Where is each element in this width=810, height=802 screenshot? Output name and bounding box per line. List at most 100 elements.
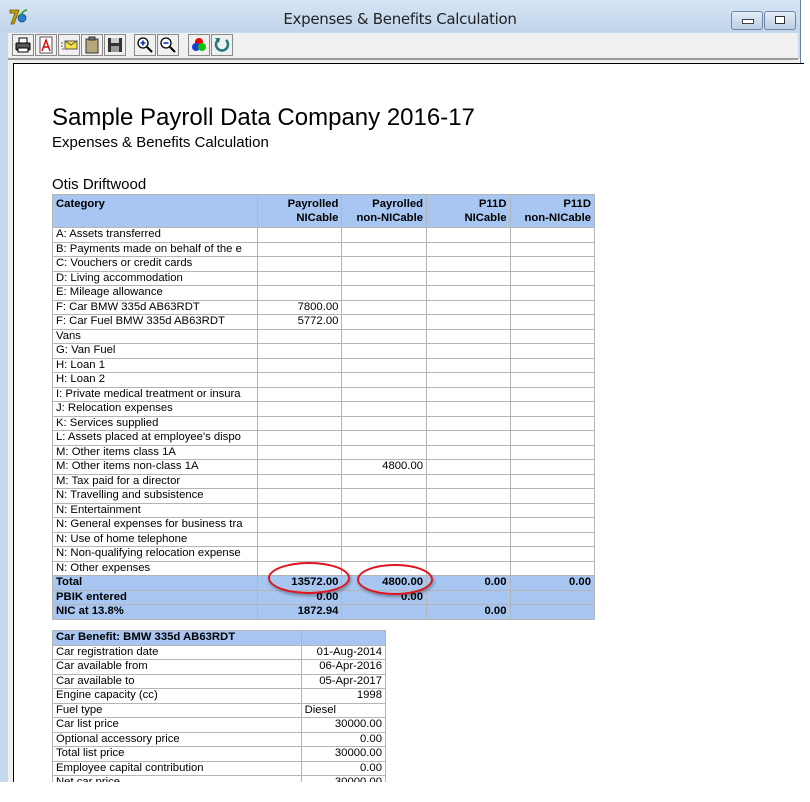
copy-clipboard-button[interactable] bbox=[81, 34, 103, 56]
summary-value: 0.00 bbox=[426, 575, 511, 591]
table-row: M: Other items class 1A bbox=[52, 444, 595, 460]
table-row: F: Car Fuel BMW 335d AB63RDT 5772.00 bbox=[52, 314, 595, 330]
value-cell bbox=[426, 270, 511, 286]
table-row: N: Non-qualifying relocation expense bbox=[52, 546, 595, 562]
column-header-category: Category bbox=[52, 194, 258, 228]
car-benefit-row: Fuel type Diesel bbox=[52, 702, 387, 718]
value-cell bbox=[426, 227, 511, 243]
highlight-ring-total-payrolled-non-nicable bbox=[357, 564, 433, 595]
car-benefit-header-blank bbox=[300, 630, 387, 646]
category-cell: J: Relocation expenses bbox=[52, 401, 258, 417]
export-pdf-button[interactable] bbox=[35, 34, 57, 56]
car-benefit-header-row: Car Benefit: BMW 335d AB63RDT bbox=[52, 630, 387, 646]
value-cell bbox=[341, 343, 428, 359]
value-cell bbox=[341, 256, 428, 272]
value-cell bbox=[426, 328, 511, 344]
value-cell bbox=[341, 285, 428, 301]
value-cell bbox=[256, 241, 343, 257]
value-cell bbox=[426, 517, 511, 533]
value-cell bbox=[256, 459, 343, 475]
window-title: Expenses & Benefits Calculation bbox=[283, 10, 517, 28]
value-cell bbox=[426, 314, 511, 330]
value-cell bbox=[509, 502, 595, 518]
print-button[interactable] bbox=[12, 34, 34, 56]
value-cell bbox=[509, 401, 595, 417]
value-cell bbox=[509, 531, 595, 547]
value-cell bbox=[509, 517, 595, 533]
save-button[interactable] bbox=[104, 34, 126, 56]
car-benefit-value: 30000.00 bbox=[300, 746, 387, 762]
car-benefit-row: Engine capacity (cc) 1998 bbox=[52, 688, 387, 704]
table-row: N: Travelling and subsistence bbox=[52, 488, 595, 504]
car-benefit-row: Car list price 30000.00 bbox=[52, 717, 387, 733]
car-benefit-label: Car list price bbox=[52, 717, 302, 733]
value-cell bbox=[426, 343, 511, 359]
table-row: N: Use of home telephone bbox=[52, 531, 595, 547]
value-cell bbox=[256, 531, 343, 547]
summary-label: Total bbox=[52, 575, 258, 591]
value-cell bbox=[426, 357, 511, 373]
table-row: J: Relocation expenses bbox=[52, 401, 595, 417]
table-row: Vans bbox=[52, 328, 595, 344]
value-cell bbox=[256, 372, 343, 388]
car-benefit-title: Car Benefit: BMW 335d AB63RDT bbox=[52, 630, 302, 646]
car-benefit-label: Car available from bbox=[52, 659, 302, 675]
summary-value bbox=[509, 604, 595, 620]
table-row: L: Assets placed at employee's dispo bbox=[52, 430, 595, 446]
category-cell: E: Mileage allowance bbox=[52, 285, 258, 301]
value-cell bbox=[256, 328, 343, 344]
colors-button[interactable] bbox=[188, 34, 210, 56]
zoom-out-button[interactable] bbox=[157, 34, 179, 56]
value-cell bbox=[341, 473, 428, 489]
column-header-p11d-non-nicable: P11D non-NICable bbox=[509, 194, 595, 228]
category-cell: K: Services supplied bbox=[52, 415, 258, 431]
value-cell bbox=[341, 546, 428, 562]
summary-value bbox=[341, 604, 428, 620]
value-cell bbox=[426, 546, 511, 562]
value-cell bbox=[509, 488, 595, 504]
value-cell bbox=[341, 299, 428, 315]
category-cell: B: Payments made on behalf of the e bbox=[52, 241, 258, 257]
category-cell: M: Tax paid for a director bbox=[52, 473, 258, 489]
printer-icon bbox=[15, 37, 31, 53]
summary-label: NIC at 13.8% bbox=[52, 604, 258, 620]
header-line: P11D bbox=[478, 198, 507, 210]
value-cell bbox=[256, 502, 343, 518]
summary-value: 1872.94 bbox=[256, 604, 343, 620]
minimize-button[interactable] bbox=[731, 11, 763, 30]
zoom-in-icon bbox=[137, 37, 153, 53]
value-cell bbox=[509, 270, 595, 286]
refresh-button[interactable] bbox=[211, 34, 233, 56]
category-cell: N: Entertainment bbox=[52, 502, 258, 518]
summary-value: 0.00 bbox=[509, 575, 595, 591]
report-title: Expenses & Benefits Calculation bbox=[52, 134, 269, 151]
car-benefit-label: Total list price bbox=[52, 746, 302, 762]
value-cell bbox=[509, 328, 595, 344]
value-cell bbox=[341, 517, 428, 533]
email-button[interactable] bbox=[58, 34, 80, 56]
car-benefit-label: Employee capital contribution bbox=[52, 760, 302, 776]
value-cell bbox=[341, 531, 428, 547]
category-cell: H: Loan 1 bbox=[52, 357, 258, 373]
value-cell bbox=[256, 227, 343, 243]
value-cell bbox=[426, 430, 511, 446]
value-cell bbox=[341, 241, 428, 257]
value-cell bbox=[341, 328, 428, 344]
refresh-icon bbox=[214, 38, 230, 52]
category-cell: N: Use of home telephone bbox=[52, 531, 258, 547]
car-benefit-value: 0.00 bbox=[300, 760, 387, 776]
value-cell bbox=[426, 415, 511, 431]
value-cell bbox=[341, 314, 428, 330]
zoom-in-button[interactable] bbox=[134, 34, 156, 56]
category-cell: N: Non-qualifying relocation expense bbox=[52, 546, 258, 562]
category-cell: D: Living accommodation bbox=[52, 270, 258, 286]
maximize-button[interactable] bbox=[764, 11, 796, 30]
value-cell bbox=[509, 386, 595, 402]
torn-edge bbox=[0, 782, 810, 802]
car-benefit-table: Car Benefit: BMW 335d AB63RDT Car regist… bbox=[52, 630, 387, 791]
value-cell bbox=[341, 357, 428, 373]
car-benefit-value: 01-Aug-2014 bbox=[300, 644, 387, 660]
category-cell: Vans bbox=[52, 328, 258, 344]
title-bar[interactable]: Expenses & Benefits Calculation bbox=[0, 0, 800, 32]
value-cell bbox=[426, 372, 511, 388]
